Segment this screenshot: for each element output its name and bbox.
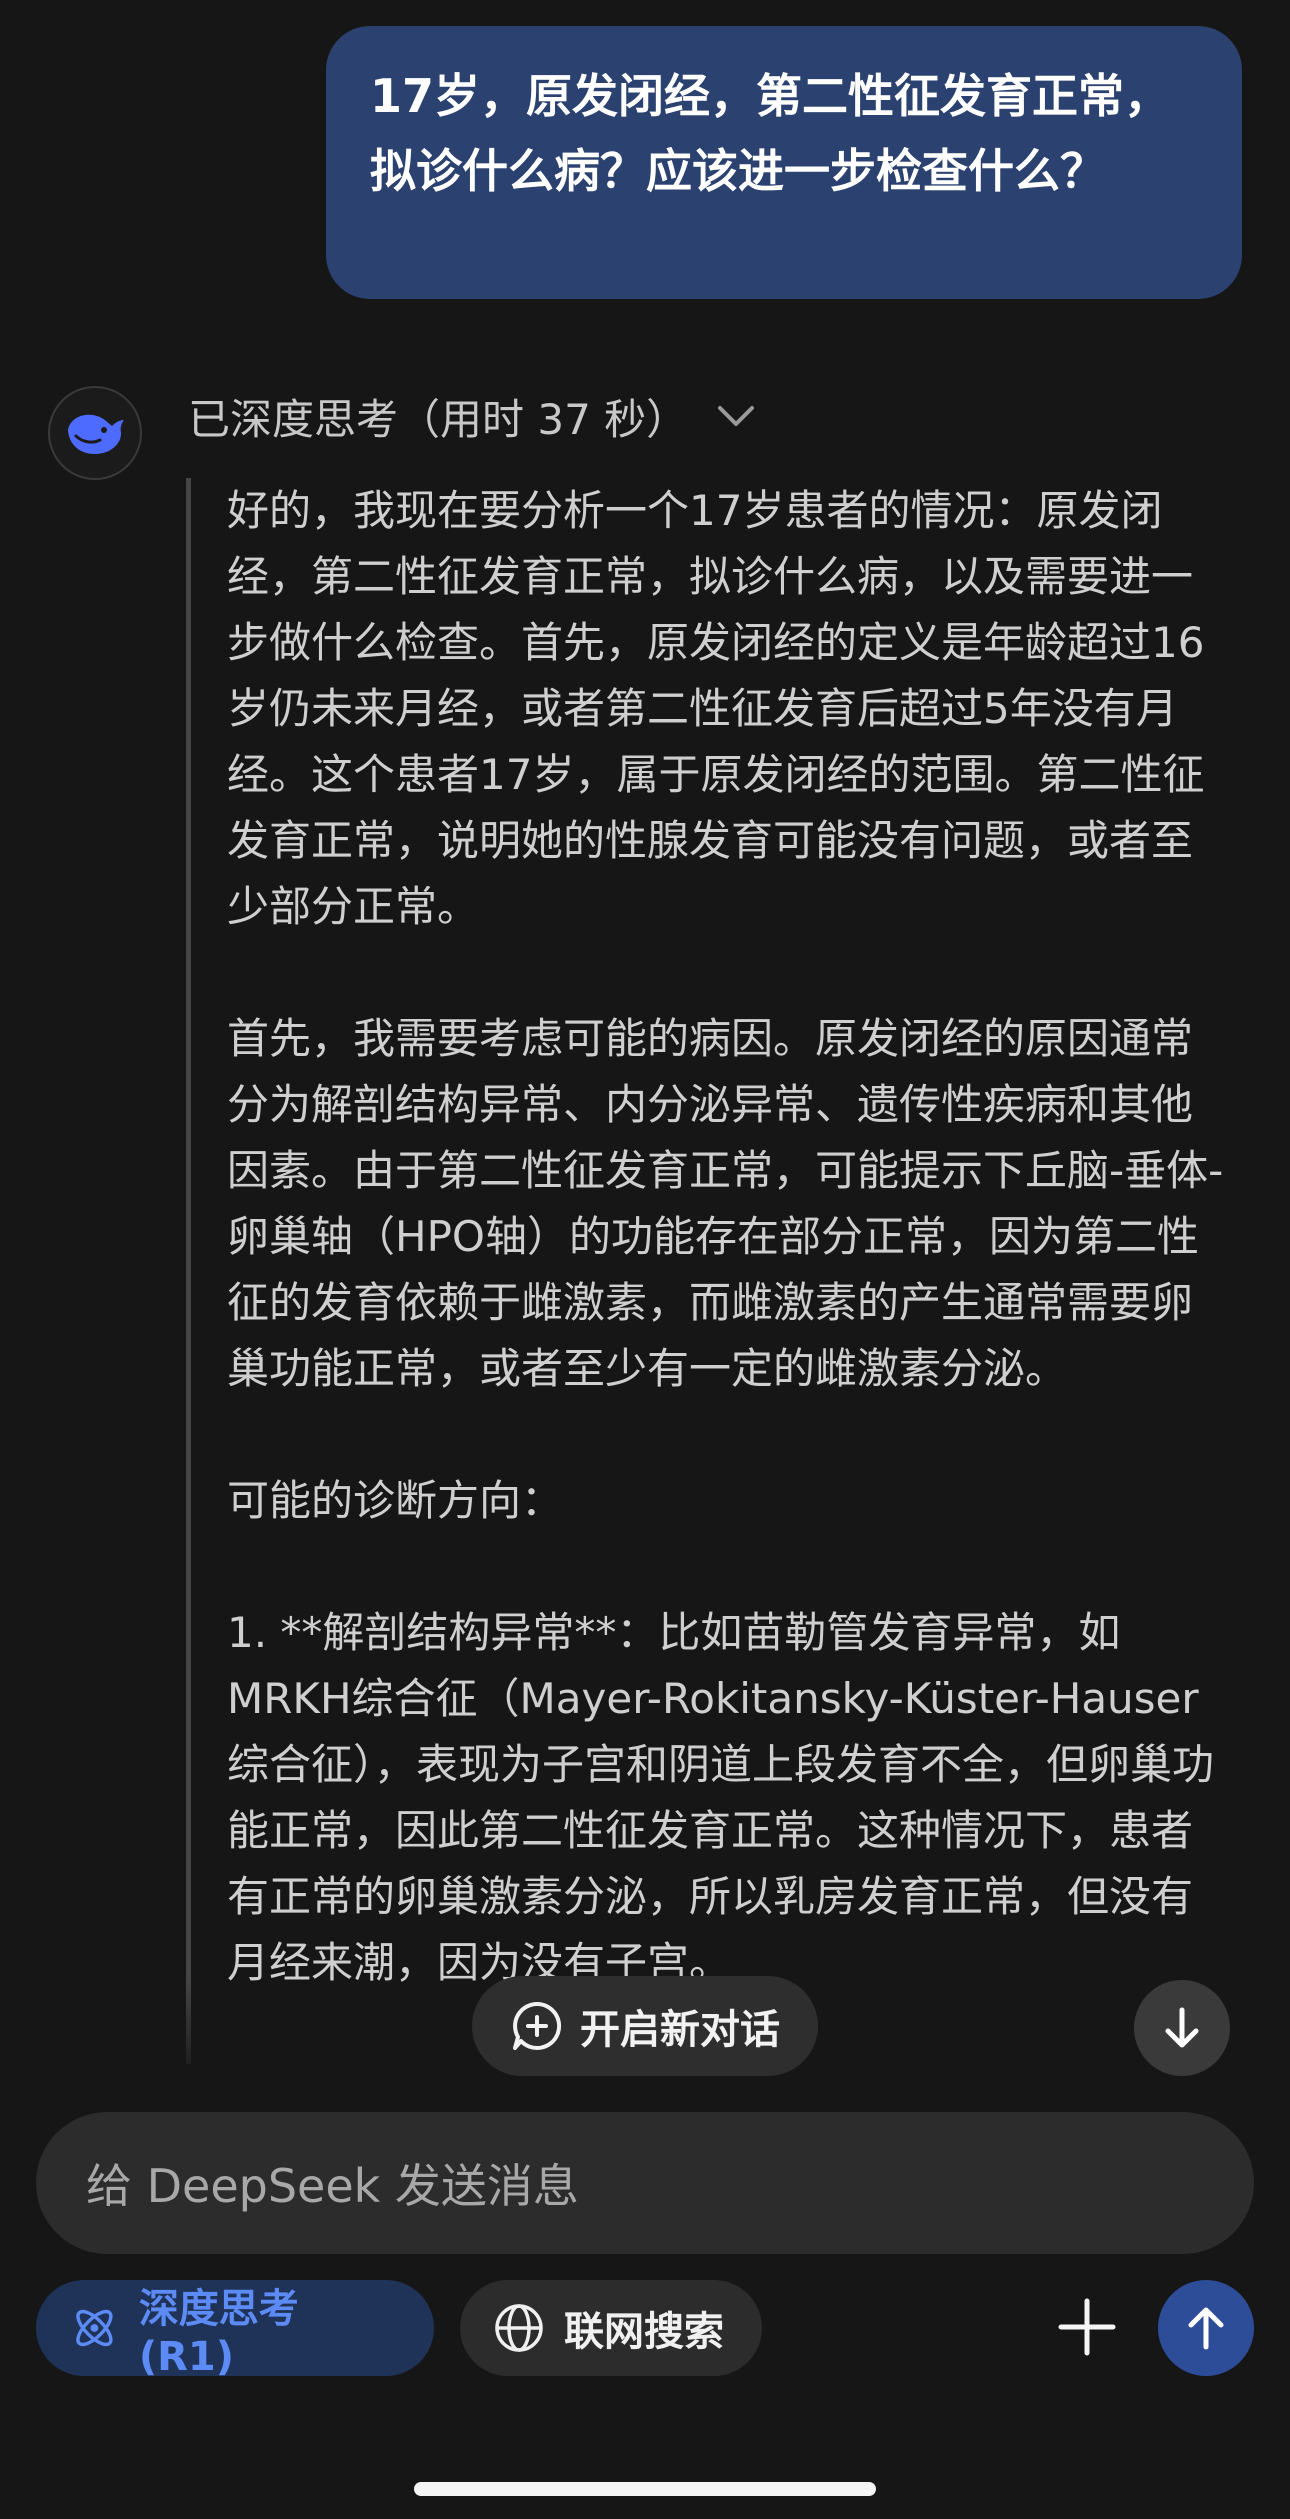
deep-think-toggle[interactable]: 深度思考 (R1) — [36, 2280, 434, 2380]
arrow-up-icon — [1188, 2307, 1224, 2350]
new-chat-label: 开启新对话 — [580, 2007, 780, 2053]
plus-icon — [1058, 2298, 1116, 2356]
web-search-toggle[interactable]: 联网搜索 — [460, 2280, 762, 2376]
message-input[interactable]: 给 DeepSeek 发送消息 — [36, 2112, 1254, 2254]
scroll-to-bottom-button[interactable] — [1134, 1980, 1230, 2076]
globe-icon — [495, 2304, 543, 2352]
reasoning-paragraph: 好的，我现在要分析一个17岁患者的情况：原发闭经，第二性征发育正常，拟诊什么病，… — [227, 486, 1205, 931]
arrow-down-icon — [1165, 2007, 1199, 2048]
reasoning-paragraph: 首先，我需要考虑可能的病因。原发闭经的原因通常分为解剖结构异常、内分泌异常、遗传… — [227, 1014, 1224, 1393]
new-chat-button[interactable]: 开启新对话 — [472, 1976, 818, 2076]
message-input-placeholder: 给 DeepSeek 发送消息 — [86, 2159, 579, 2213]
send-button[interactable] — [1158, 2280, 1254, 2376]
web-search-label: 联网搜索 — [564, 2309, 724, 2355]
home-indicator[interactable] — [414, 2482, 876, 2496]
reasoning-paragraph: 可能的诊断方向： — [227, 1476, 564, 1525]
deepseek-whale-icon — [68, 414, 124, 454]
deep-think-label: 深度思考 (R1) — [138, 2286, 299, 2380]
chat-plus-icon — [513, 2001, 562, 2050]
attach-button[interactable] — [1052, 2282, 1122, 2372]
chevron-down-icon — [718, 406, 755, 426]
think-toggle[interactable]: 已深度思考（用时 37 秒） — [188, 384, 756, 448]
assistant-avatar — [48, 386, 142, 480]
chat-screen: 17岁，原发闭经，第二性征发育正常，拟诊什么病？应该进一步检查什么？ 已深度思考… — [0, 0, 1290, 2519]
user-message-bubble: 17岁，原发闭经，第二性征发育正常，拟诊什么病？应该进一步检查什么？ — [326, 26, 1242, 299]
reasoning-block: 好的，我现在要分析一个17岁患者的情况：原发闭经，第二性征发育正常，拟诊什么病，… — [186, 478, 1231, 2064]
reasoning-paragraph: 1. **解剖结构异常**：比如苗勒管发育异常，如MRKH综合征（Mayer-R… — [227, 1608, 1215, 1987]
think-header-label: 已深度思考（用时 37 秒） — [188, 394, 689, 444]
atom-icon — [76, 2309, 113, 2347]
